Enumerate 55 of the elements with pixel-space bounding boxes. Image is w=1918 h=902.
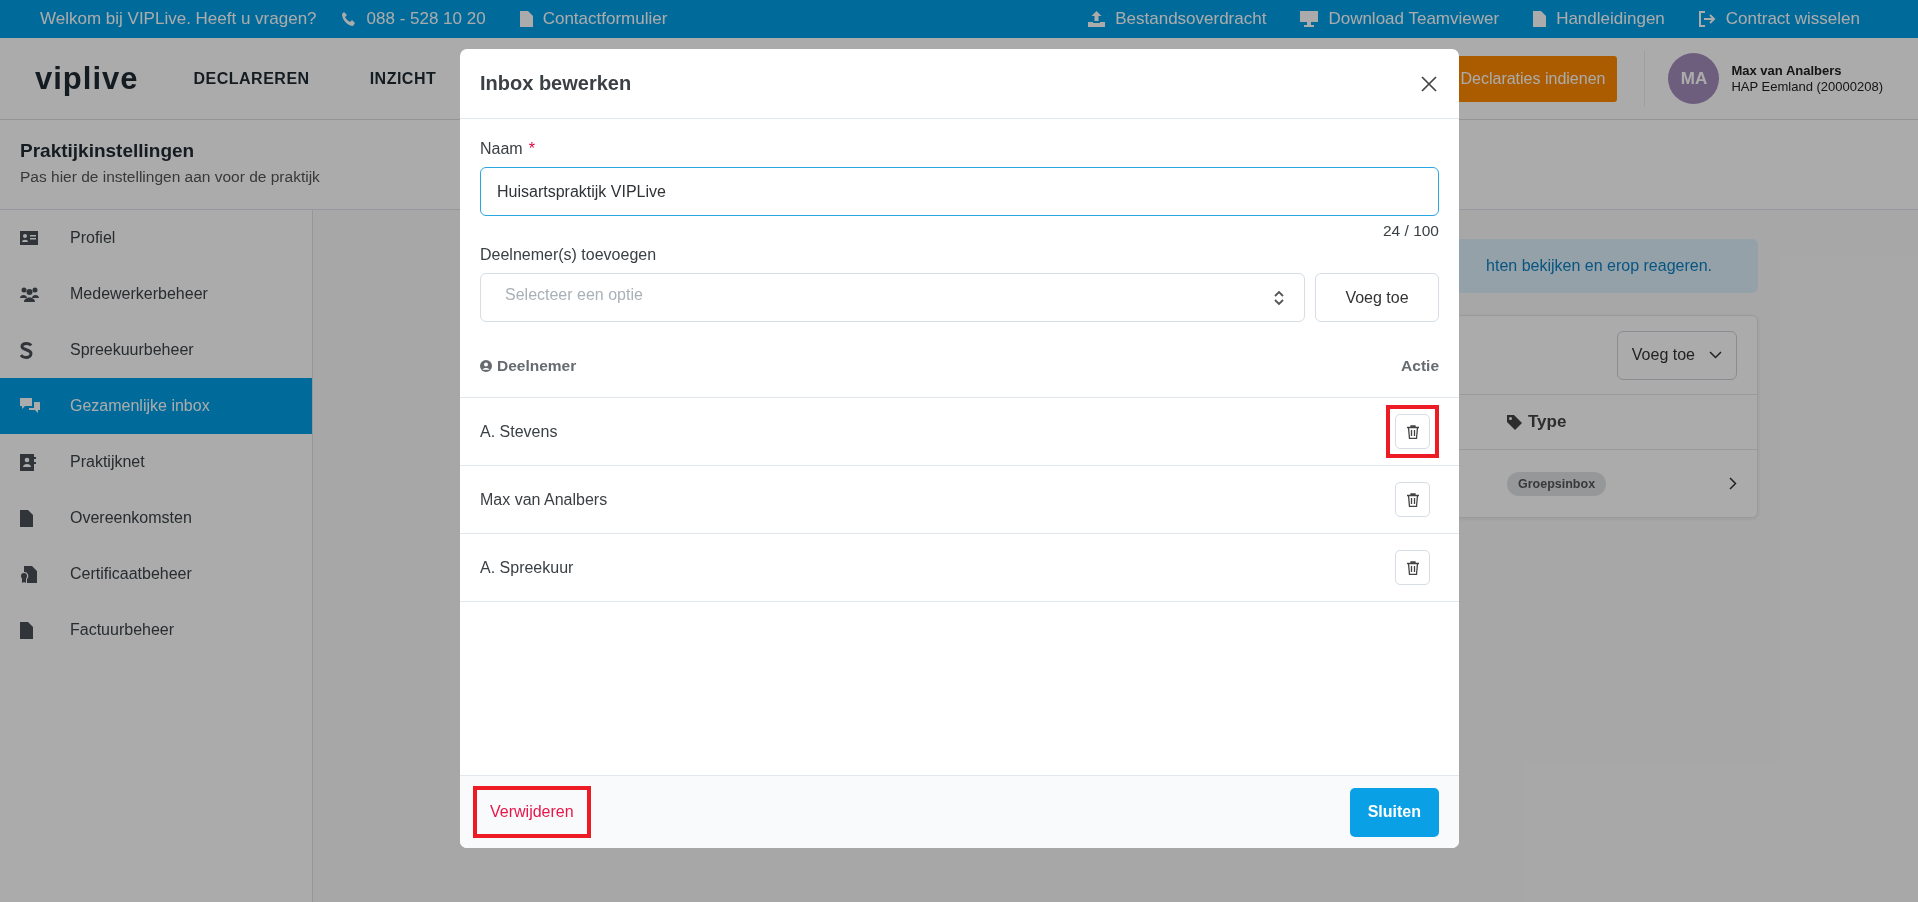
- sidebar-item[interactable]: Overeenkomsten: [0, 490, 312, 546]
- nav-link[interactable]: DECLAREREN: [193, 69, 310, 88]
- type-badge: Groepsinbox: [1507, 471, 1607, 496]
- column-header: Type: [1528, 412, 1567, 432]
- sidebar-item[interactable]: Medewerkerbeheer: [0, 266, 312, 322]
- character-counter: 24 / 100: [1382, 222, 1439, 239]
- tag-icon: [1507, 414, 1522, 430]
- document-icon: [519, 11, 533, 27]
- add-dropdown[interactable]: Voeg toe: [1616, 330, 1737, 380]
- monitor-icon: [1300, 11, 1319, 27]
- modal-title: Inbox bewerken: [480, 72, 632, 95]
- alert-text: hten bekijken en erop reageren.: [1486, 257, 1712, 275]
- delete-icon[interactable]: [1395, 482, 1430, 517]
- sidebar-item[interactable]: Praktijknet: [0, 434, 312, 490]
- nav-link[interactable]: INZICHT: [369, 69, 437, 88]
- required-mark: *: [528, 140, 535, 158]
- upload-icon: [1088, 11, 1106, 27]
- user-circle-icon: [480, 359, 492, 372]
- field-label: Deelnemer(s) toevoegen: [480, 246, 657, 264]
- organization-name: HAP Eemland (20000208): [1731, 79, 1883, 94]
- participant-name: A. Spreekuur: [480, 558, 574, 577]
- document-icon: [1533, 11, 1547, 27]
- page-title: Praktijkinstellingen: [20, 140, 195, 162]
- letter-s-icon: [20, 341, 33, 359]
- delete-icon[interactable]: [1395, 414, 1430, 449]
- participant-name: A. Stevens: [480, 422, 558, 441]
- sidebar-item[interactable]: Factuurbeheer: [0, 602, 312, 658]
- logo[interactable]: viplive: [35, 60, 139, 97]
- delete-button[interactable]: Verwijderen: [477, 790, 587, 834]
- contact-book-icon: [20, 453, 36, 471]
- phone-icon: [340, 11, 357, 27]
- chevron-down-icon: [1709, 351, 1722, 359]
- welcome-text: Welkom bij VIPLive. Heeft u vragen?: [40, 9, 317, 29]
- field-label: Naam: [480, 140, 523, 158]
- sidebar-item[interactable]: Spreekuurbeheer: [0, 322, 312, 378]
- add-button[interactable]: Voeg toe: [1315, 273, 1439, 322]
- id-card-icon: [20, 231, 38, 245]
- participant-name: Max van Analbers: [480, 490, 608, 509]
- delete-icon[interactable]: [1395, 550, 1430, 585]
- close-icon[interactable]: [1419, 73, 1439, 94]
- page-subtitle: Pas hier de instellingen aan voor de praktijk: [20, 168, 320, 186]
- column-header: Actie: [1401, 356, 1439, 375]
- document-icon: [20, 509, 33, 527]
- name-input[interactable]: Huisartspraktijk VIPLive: [480, 167, 1439, 216]
- column-header: Deelnemer: [497, 356, 577, 375]
- sidebar-item[interactable]: Certificaatbeheer: [0, 546, 312, 602]
- chevron-right-icon[interactable]: [1729, 477, 1737, 490]
- document-icon: [20, 621, 33, 639]
- sign-out-icon: [1698, 11, 1716, 27]
- sort-icon: [1274, 289, 1284, 306]
- user-name: Max van Analbers: [1731, 63, 1843, 78]
- chat-icon: [20, 398, 40, 414]
- certificate-icon: [20, 565, 37, 583]
- sidebar-item[interactable]: Profiel: [0, 210, 312, 266]
- users-icon: [20, 286, 39, 302]
